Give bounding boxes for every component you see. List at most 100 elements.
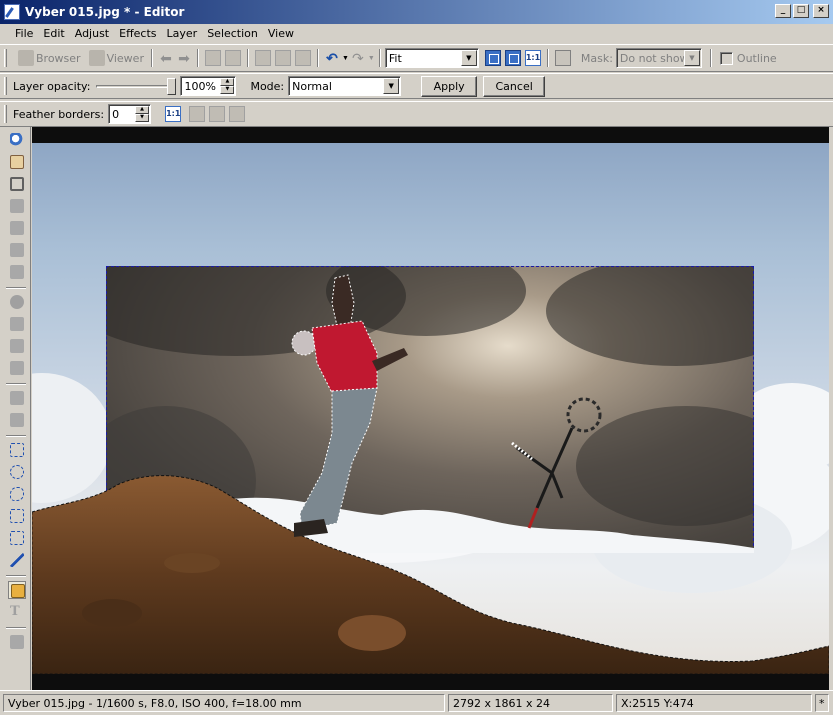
clone-tool[interactable] [8, 315, 26, 333]
brush-icon [10, 391, 24, 405]
spin-up-icon[interactable]: ▲ [135, 106, 150, 114]
toolbox-separator [6, 287, 26, 289]
chevron-down-icon[interactable]: ▼ [460, 50, 477, 66]
menu-view[interactable]: View [263, 27, 299, 40]
slider-thumb[interactable] [167, 78, 177, 95]
transform-tool[interactable] [8, 263, 26, 281]
mask-tool-icon[interactable] [554, 50, 571, 66]
undo-dropdown-icon[interactable]: ▼ [342, 55, 349, 62]
menu-edit[interactable]: Edit [38, 27, 69, 40]
redo-icon[interactable]: ↷ [349, 50, 367, 67]
smudge-tool[interactable] [8, 359, 26, 377]
opacity-slider[interactable] [96, 76, 177, 96]
open-icon[interactable] [204, 50, 221, 66]
mask-select[interactable]: Do not show ▼ [615, 48, 702, 68]
toolbox-separator [6, 575, 26, 577]
blend-mode-select[interactable]: Normal ▼ [288, 76, 402, 96]
red-eye-tool[interactable] [8, 293, 26, 311]
outline-checkbox[interactable] [719, 51, 733, 65]
back-arrow-icon[interactable]: ⬅ [157, 50, 175, 67]
opacity-value: 100% [184, 79, 216, 93]
paste-special-icon[interactable] [294, 50, 311, 66]
magic-wand-tool[interactable] [8, 551, 26, 569]
perspective-icon [10, 221, 24, 235]
tool-options[interactable] [8, 633, 26, 651]
actual-size-icon[interactable]: 1:1 [524, 50, 541, 66]
magic-wand-icon [10, 553, 24, 567]
browser-button[interactable]: Browser [13, 47, 84, 69]
menu-selection[interactable]: Selection [202, 27, 263, 40]
zoom-select[interactable]: Fit ▼ [384, 48, 479, 68]
magnetic-lasso-tool[interactable] [8, 529, 26, 547]
polygon-lasso-tool[interactable] [8, 507, 26, 525]
minimize-button[interactable]: _ [775, 4, 791, 18]
copy-selection-icon[interactable] [189, 106, 206, 122]
opacity-spinner[interactable]: ▲ ▼ [220, 78, 235, 94]
cut-selection-icon[interactable] [209, 106, 226, 122]
paste-selection-icon[interactable] [229, 106, 246, 122]
bucket-icon [10, 413, 24, 427]
perspective-tool[interactable] [8, 219, 26, 237]
photo [32, 143, 829, 674]
crop-icon [10, 177, 24, 191]
close-button[interactable]: × [813, 4, 829, 18]
options-icon [10, 635, 24, 649]
feather-input[interactable]: 0 ▲ ▼ [108, 104, 152, 124]
transform-icon [10, 265, 24, 279]
toolbar-grip[interactable] [4, 105, 7, 123]
toolbar-grip[interactable] [4, 49, 7, 67]
cancel-button[interactable]: Cancel [483, 75, 546, 97]
rect-select-icon [10, 443, 24, 457]
apply-button[interactable]: Apply [421, 75, 478, 97]
viewer-button[interactable]: Viewer [84, 47, 147, 69]
rect-select-tool[interactable] [8, 441, 26, 459]
editor-app-icon[interactable] [4, 4, 20, 20]
menu-layer[interactable]: Layer [162, 27, 203, 40]
move-layer-tool[interactable] [8, 581, 26, 599]
feather-value: 0 [112, 107, 120, 121]
save-icon[interactable] [224, 50, 241, 66]
spin-down-icon[interactable]: ▼ [135, 114, 150, 122]
text-tool[interactable]: T [8, 603, 26, 621]
undo-icon[interactable]: ↶ [323, 50, 341, 67]
menu-effects[interactable]: Effects [114, 27, 161, 40]
resize-tool[interactable] [8, 241, 26, 259]
actual-size-icon[interactable]: 1:1 [165, 106, 182, 122]
polygon-lasso-icon [10, 509, 24, 523]
forward-arrow-icon[interactable]: ➡ [175, 50, 193, 67]
image-canvas[interactable] [32, 127, 829, 690]
spin-up-icon[interactable]: ▲ [220, 78, 235, 86]
paste-icon[interactable] [274, 50, 291, 66]
chevron-down-icon[interactable]: ▼ [383, 78, 400, 94]
fit-height-icon[interactable] [504, 50, 521, 66]
menu-file[interactable]: File [10, 27, 38, 40]
brush-tool[interactable] [8, 389, 26, 407]
crop-tool[interactable] [8, 175, 26, 193]
status-bar: Vyber 015.jpg - 1/1600 s, F8.0, ISO 400,… [0, 690, 833, 715]
status-file-info: Vyber 015.jpg - 1/1600 s, F8.0, ISO 400,… [3, 694, 445, 712]
main-toolbar: Browser Viewer ⬅ ➡ ↶ ▼ ↷ ▼ Fit ▼ 1:1 Mas… [0, 44, 833, 72]
zoom-tool[interactable] [8, 131, 26, 149]
bike-figure [511, 397, 602, 529]
lasso-tool[interactable] [8, 485, 26, 503]
redo-dropdown-icon[interactable]: ▼ [368, 55, 375, 62]
dirt-hill [32, 475, 829, 674]
title-bar: Vyber 015.jpg * - Editor _ □ × [0, 0, 833, 24]
feather-spinner[interactable]: ▲ ▼ [135, 106, 150, 122]
fit-window-icon[interactable] [484, 50, 501, 66]
maximize-button[interactable]: □ [793, 4, 809, 18]
fill-tool[interactable] [8, 411, 26, 429]
window-title: Vyber 015.jpg * - Editor [25, 5, 185, 19]
opacity-input[interactable]: 100% ▲ ▼ [180, 76, 237, 96]
resize-icon [10, 243, 24, 257]
ellipse-select-tool[interactable] [8, 463, 26, 481]
ellipse-select-icon [10, 465, 24, 479]
spin-down-icon[interactable]: ▼ [220, 86, 235, 94]
heal-tool[interactable] [8, 337, 26, 355]
pan-tool[interactable] [8, 153, 26, 171]
menu-adjust[interactable]: Adjust [70, 27, 114, 40]
toolbar-grip[interactable] [4, 77, 7, 95]
chevron-down-icon[interactable]: ▼ [683, 50, 700, 66]
straighten-tool[interactable] [8, 197, 26, 215]
copy-icon[interactable] [254, 50, 271, 66]
